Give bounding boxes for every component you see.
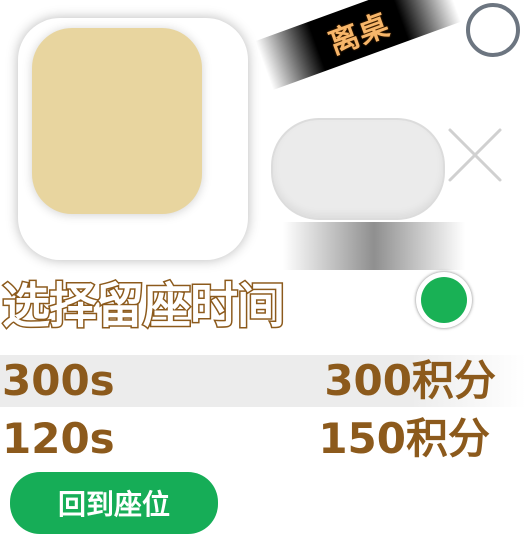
option-time: 120s [2,414,115,463]
option-points: 300积分 [324,356,496,405]
leave-tag-label: 离桌 [324,7,395,62]
option-row[interactable]: 300s 300积分 [0,355,526,407]
return-to-seat-label: 回到座位 [57,488,170,521]
option-time: 300s [2,356,115,405]
option-points: 150积分 [318,414,490,463]
avatar-image [32,28,202,214]
return-to-seat-button[interactable]: 回到座位 [10,472,218,534]
close-icon[interactable] [446,126,504,184]
grey-pill-button[interactable] [271,118,445,220]
leave-tag: 离桌 [255,0,462,91]
page-title: 选择留座时间 [0,277,286,336]
circle-filled-dot [421,277,467,323]
circle-outline-icon[interactable] [466,3,520,57]
fade-bar [283,222,465,270]
option-row[interactable]: 120s 150积分 [0,413,526,465]
